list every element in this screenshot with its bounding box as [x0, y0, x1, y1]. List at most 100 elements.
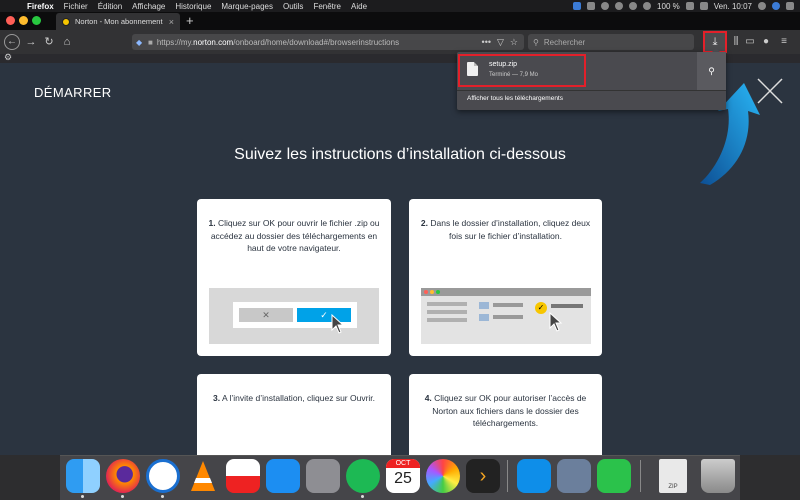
menu-fenetre[interactable]: Fenêtre	[308, 2, 346, 11]
tracking-shield-icon[interactable]: ◆	[136, 38, 144, 47]
cursor-icon	[549, 312, 563, 332]
dialog-illustration: ✕ ✓	[209, 288, 379, 344]
cancel-x-icon: ✕	[239, 308, 293, 322]
finder-icon[interactable]	[66, 459, 100, 493]
photos-icon[interactable]	[426, 459, 460, 493]
menu-edition[interactable]: Édition	[93, 2, 127, 11]
menu-outils[interactable]: Outils	[278, 2, 308, 11]
app-store-icon[interactable]	[266, 459, 300, 493]
bookmark-star-icon[interactable]: ☆	[510, 37, 518, 48]
sidebar-line	[427, 318, 467, 322]
running-indicator	[121, 495, 124, 498]
dock-separator	[640, 460, 641, 492]
file-line	[551, 304, 583, 308]
tab-close-icon[interactable]: ×	[169, 17, 174, 27]
teamviewer-dock-icon[interactable]	[517, 459, 551, 493]
thunderbird-icon[interactable]	[146, 459, 180, 493]
flag-icon[interactable]	[699, 2, 708, 10]
screen: Firefox Fichier Édition Affichage Histor…	[0, 0, 800, 500]
home-button[interactable]: ⌂	[60, 35, 74, 49]
preview-icon[interactable]	[557, 459, 591, 493]
new-tab-button[interactable]: +	[186, 13, 194, 29]
volume-icon[interactable]	[629, 2, 638, 10]
spotify-icon[interactable]	[346, 459, 380, 493]
teamviewer-icon[interactable]	[587, 2, 596, 10]
url-bar[interactable]: ◆ ■ https://my.norton.com/onboard/home/d…	[132, 34, 524, 50]
library-icon[interactable]: ⫼	[730, 35, 742, 49]
sidebar-icon[interactable]: ▭	[744, 35, 756, 49]
zoom-window-button[interactable]	[32, 16, 41, 25]
siri-icon[interactable]	[772, 2, 780, 10]
tab-norton[interactable]: Norton - Mon abonnement ×	[56, 13, 180, 30]
sidebar-line	[427, 302, 467, 306]
step-number: 3.	[212, 393, 221, 403]
url-actions: ••• ▽ ☆	[482, 37, 524, 48]
close-window-button[interactable]	[6, 16, 15, 25]
headline: Suivez les instructions d’installation c…	[234, 146, 566, 163]
show-all-downloads-link[interactable]: Afficher tous les téléchargements	[467, 95, 563, 102]
menu-marque-pages[interactable]: Marque-pages	[216, 2, 278, 11]
step-text: Cliquez sur OK pour autoriser l’accès de…	[431, 393, 587, 428]
calendar-icon[interactable]: OCT 25	[386, 459, 420, 493]
instruction-card-1: 1. Cliquez sur OK pour ouvrir le fichier…	[197, 199, 391, 356]
running-indicator	[81, 495, 84, 498]
tab-strip: Norton - Mon abonnement × +	[0, 12, 800, 30]
dot-icon	[424, 290, 428, 294]
popcorn-icon[interactable]	[226, 459, 260, 493]
menu-historique[interactable]: Historique	[170, 2, 216, 11]
firefox-icon[interactable]	[106, 459, 140, 493]
facetime-icon[interactable]	[597, 459, 631, 493]
search-input[interactable]: ⚲ Rechercher	[528, 34, 694, 50]
plex-icon[interactable]: ›	[466, 459, 500, 493]
zip-file-icon[interactable]: ZIP	[659, 459, 687, 493]
show-in-folder-button[interactable]: ⚲	[697, 52, 726, 90]
wifi-icon[interactable]	[643, 2, 652, 10]
menu-clock[interactable]: Ven. 10:07	[714, 2, 752, 11]
dot-icon	[430, 290, 434, 294]
running-indicator	[361, 495, 364, 498]
sidebar-line	[427, 310, 467, 314]
search-icon[interactable]	[758, 2, 766, 10]
calendar-month: OCT	[386, 459, 420, 468]
forward-button[interactable]: →	[24, 35, 38, 49]
menu-hamburger-icon[interactable]: ≡	[778, 35, 790, 49]
vlc-cone-icon	[191, 461, 215, 491]
battery-icon[interactable]	[685, 2, 694, 10]
battery-percent[interactable]: 100 %	[657, 2, 680, 11]
clock-icon[interactable]	[601, 2, 610, 10]
url-text: https://my.norton.com/onboard/home/downl…	[156, 37, 400, 47]
back-button[interactable]: ←	[4, 34, 20, 50]
trash-icon[interactable]	[701, 459, 735, 493]
minimize-window-button[interactable]	[19, 16, 28, 25]
pocket-icon[interactable]: ▽	[497, 37, 504, 48]
menu-app-name[interactable]: Firefox	[22, 2, 59, 11]
step-number: 2.	[420, 218, 429, 228]
account-icon[interactable]: ●	[760, 35, 772, 49]
lock-icon[interactable]: ■	[148, 38, 153, 47]
file-line	[493, 315, 523, 319]
folder-icon	[479, 314, 489, 321]
gear-icon[interactable]: ⚙	[4, 52, 12, 63]
menu-bar: Firefox Fichier Édition Affichage Histor…	[0, 0, 800, 12]
folder-illustration: ✓	[421, 288, 591, 344]
menu-aide[interactable]: Aide	[346, 2, 372, 11]
dropbox-icon[interactable]	[573, 2, 582, 10]
notification-center-icon[interactable]	[786, 2, 794, 10]
menu-fichier[interactable]: Fichier	[59, 2, 93, 11]
step-text: Dans le dossier d’installation, cliquez …	[428, 218, 591, 241]
tab-title: Norton - Mon abonnement	[75, 17, 163, 26]
download-arrow-icon: ⤓	[712, 36, 718, 48]
step-number: 1.	[208, 218, 216, 228]
page-actions-icon[interactable]: •••	[482, 37, 491, 48]
vlc-icon[interactable]	[186, 459, 220, 493]
norton-check-icon: ✓	[535, 302, 547, 314]
menu-affichage[interactable]: Affichage	[127, 2, 170, 11]
cursor-icon	[331, 314, 345, 334]
page-title: DÉMARRER	[34, 85, 112, 100]
highlight-box	[458, 54, 586, 87]
search-magnifier-icon: ⚲	[533, 37, 539, 47]
bluetooth-icon[interactable]	[615, 2, 624, 10]
system-preferences-icon[interactable]	[306, 459, 340, 493]
running-indicator	[161, 495, 164, 498]
reload-button[interactable]: ↻	[42, 35, 56, 49]
